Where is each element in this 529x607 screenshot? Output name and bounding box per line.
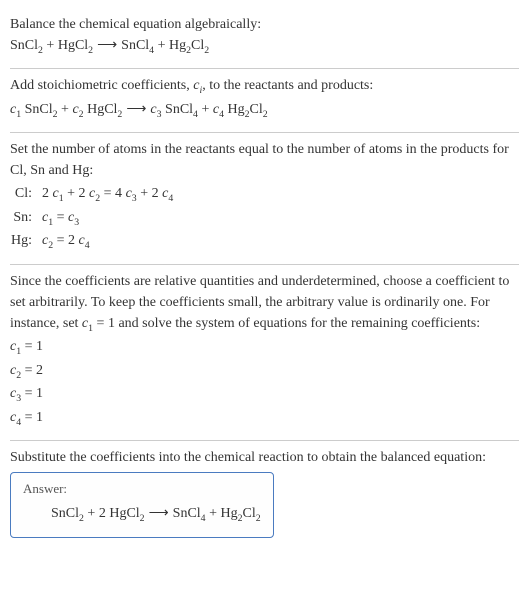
eq-a: 2 (42, 186, 53, 201)
coeff-row-1: c1 = 1 (10, 336, 519, 359)
section-stoichiometric: Add stoichiometric coefficients, ci, to … (10, 69, 519, 133)
answer-equation: SnCl2 + 2 HgCl2⟶SnCl4 + Hg2Cl2 (23, 503, 261, 526)
atom-eq-cl: 2 c1 + 2 c2 = 4 c3 + 2 c4 (38, 183, 173, 206)
arrow-icon: ⟶ (122, 102, 150, 117)
coeff-row-3: c3 = 1 (10, 383, 519, 406)
s-plus-1: + (58, 102, 73, 117)
s-reactant-2: HgCl (87, 102, 117, 117)
product-2b: Cl (191, 38, 204, 53)
a-plus-1: + 2 (84, 506, 109, 521)
atoms-table: Cl: 2 c1 + 2 c2 = 4 c3 + 2 c4 Sn: c1 = c… (10, 183, 519, 253)
section-atoms: Set the number of atoms in the reactants… (10, 133, 519, 264)
atom-eq-sn: c1 = c3 (38, 207, 79, 230)
a-reactant-2-sub: 2 (140, 513, 145, 524)
coeff-row-4: c4 = 1 (10, 407, 519, 430)
eq-mid1: = (53, 210, 68, 225)
product-2a: Hg (169, 38, 186, 53)
arrow-icon: ⟶ (145, 506, 173, 521)
atom-label-cl: Cl: (10, 183, 38, 204)
atoms-title: Set the number of atoms in the reactants… (10, 139, 519, 181)
eq-mid3: + 2 (137, 186, 162, 201)
section-intro: Balance the chemical equation algebraica… (10, 8, 519, 69)
atom-label-sn: Sn: (10, 207, 38, 228)
a-product-2b: Cl (243, 506, 256, 521)
eq-c2s: 3 (74, 217, 79, 228)
c2-sub: 2 (79, 109, 84, 120)
s-plus-2: + (198, 102, 213, 117)
coeff-row-2: c2 = 2 (10, 360, 519, 383)
cr-eq: = 1 (21, 339, 43, 354)
section-solve: Since the coefficients are relative quan… (10, 265, 519, 441)
c3-sub: 3 (157, 109, 162, 120)
product-1: SnCl (121, 38, 149, 53)
answer-box: Answer: SnCl2 + 2 HgCl2⟶SnCl4 + Hg2Cl2 (10, 472, 274, 537)
atom-eq-hg: c2 = 2 c4 (38, 230, 90, 253)
intro-equation: SnCl2 + HgCl2⟶SnCl4 + Hg2Cl2 (10, 35, 519, 58)
arrow-icon: ⟶ (93, 38, 121, 53)
eq-mid1: = 2 (53, 233, 78, 248)
eq-c4s: 4 (168, 193, 173, 204)
intro-title: Balance the chemical equation algebraica… (10, 14, 519, 35)
plus-2: + (154, 38, 169, 53)
answer-label: Answer: (23, 481, 261, 497)
s-product-2b: Cl (250, 102, 263, 117)
stoich-title-a: Add stoichiometric coefficients, (10, 78, 193, 93)
section-answer: Substitute the coefficients into the che… (10, 441, 519, 547)
stoich-title: Add stoichiometric coefficients, ci, to … (10, 75, 519, 98)
solve-text-b: = 1 and solve the system of equations fo… (93, 316, 480, 331)
stoich-equation: c1 SnCl2 + c2 HgCl2⟶c3 SnCl4 + c4 Hg2Cl2 (10, 99, 519, 122)
s-product-2a: Hg (227, 102, 244, 117)
a-product-2a: Hg (220, 506, 237, 521)
a-reactant-2: HgCl (109, 506, 139, 521)
plus-1: + (43, 38, 58, 53)
stoich-title-b: , to the reactants and products: (202, 78, 373, 93)
a-product-2b-sub: 2 (256, 513, 261, 524)
atom-row-cl: Cl: 2 c1 + 2 c2 = 4 c3 + 2 c4 (10, 183, 519, 206)
cr-eq: = 1 (21, 386, 43, 401)
eq-mid1: + 2 (64, 186, 89, 201)
cr-eq: = 1 (21, 410, 43, 425)
a-reactant-1: SnCl (51, 506, 79, 521)
cr-eq: = 2 (21, 363, 43, 378)
a-plus-2: + (206, 506, 221, 521)
atom-row-hg: Hg: c2 = 2 c4 (10, 230, 519, 253)
product-2b-sub: 2 (204, 45, 209, 56)
a-product-1: SnCl (173, 506, 201, 521)
reactant-2: HgCl (58, 38, 88, 53)
s-product-1: SnCl (165, 102, 193, 117)
eq-c2s: 4 (85, 240, 90, 251)
reactant-1: SnCl (10, 38, 38, 53)
atom-row-sn: Sn: c1 = c3 (10, 207, 519, 230)
solve-text: Since the coefficients are relative quan… (10, 271, 519, 336)
eq-mid2: = 4 (100, 186, 125, 201)
answer-title: Substitute the coefficients into the che… (10, 447, 519, 468)
atom-label-hg: Hg: (10, 230, 38, 251)
s-reactant-1: SnCl (25, 102, 53, 117)
s-product-2b-sub: 2 (263, 109, 268, 120)
